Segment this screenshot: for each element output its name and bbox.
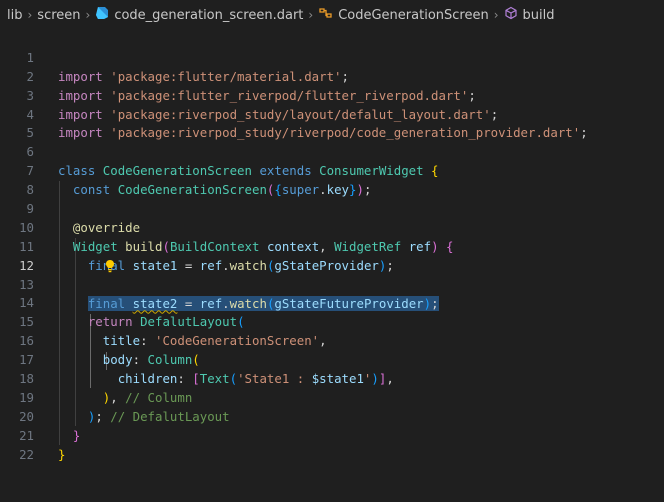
code-line: 15 title: 'CodeGenerationScreen', [0,294,664,348]
code-line: 7 const CodeGenerationScreen({super.key}… [0,143,664,197]
breadcrumb-item-method[interactable]: build [523,8,555,23]
code-line: 2 import 'package:flutter_riverpod/flutt… [0,49,664,103]
code-line: 11 final state1 = ref.watch(gStateProvid… [0,219,664,273]
method-symbol-icon [504,6,518,24]
breadcrumb: lib › screen › code_generation_screen.da… [0,0,664,30]
lightbulb-icon[interactable] [60,240,114,272]
chevron-right-icon: › [27,8,33,22]
code-line: 9 @override [0,181,664,235]
code-line: 13 [0,257,664,292]
code-line: 20 } [0,389,664,443]
breadcrumb-item-lib[interactable]: lib [7,8,22,23]
breadcrumb-item-screen[interactable]: screen [37,8,80,23]
breadcrumb-item-file[interactable]: code_generation_screen.dart [114,8,303,23]
class-symbol-icon [318,6,333,24]
code-line: 3 import 'package:riverpod_study/layout/… [0,68,664,122]
code-line: 5 [0,106,664,140]
code-line: 1 import 'package:flutter/material.dart'… [0,30,664,84]
code-line: 19 ); // DefalutLayout [0,370,664,424]
chevron-right-icon: › [493,8,499,22]
code-line: 8 [0,162,664,197]
chevron-right-icon: › [85,8,91,22]
line-number: 22 [19,446,34,462]
dart-file-icon [95,6,109,24]
code-line: 6 class CodeGenerationScreen extends Con… [0,124,664,178]
code-line: 16 body: Column( [0,313,664,367]
code-line: 18 ), // Column [0,351,664,405]
code-editor[interactable]: 1 import 'package:flutter/material.dart'… [0,30,664,462]
code-line: 21 } [0,408,664,462]
code-line: 14 return DefalutLayout( [0,276,664,329]
code-line: 4 import 'package:riverpod_study/riverpo… [0,87,664,141]
code-line: 22 [0,427,664,462]
breadcrumb-item-class[interactable]: CodeGenerationScreen [338,8,489,23]
code-line-selected: 12 final state2 = ref.watch(gStateFuture… [0,238,664,311]
chevron-right-icon: › [308,8,314,22]
code-line: 17 children: [Text('State1 : $state1')], [0,332,664,386]
code-line: 10 Widget build(BuildContext context, Wi… [0,200,664,254]
